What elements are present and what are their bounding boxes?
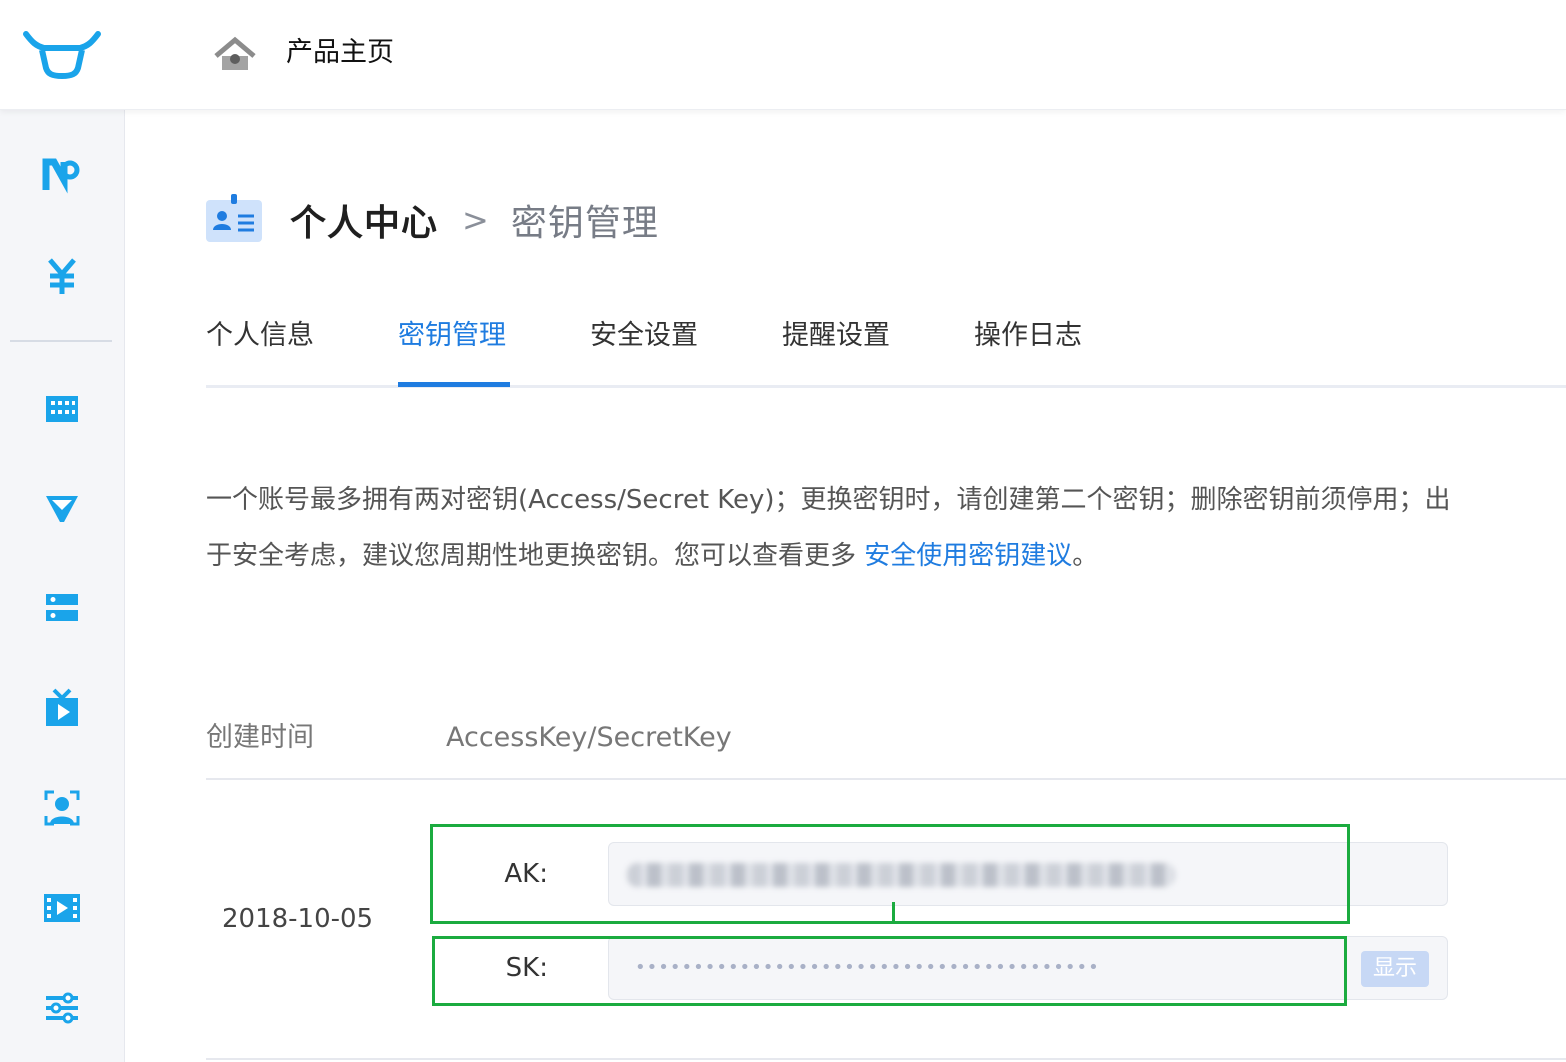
tab-personal-info[interactable]: 个人信息 (206, 312, 314, 385)
table-bottom-divider (206, 1058, 1566, 1060)
active-tab-indicator (398, 382, 510, 387)
tv-icon[interactable] (40, 686, 84, 730)
sk-highlight-box (432, 936, 1347, 1006)
highlight-connector (892, 902, 895, 922)
breadcrumb-root[interactable]: 个人中心 (290, 194, 438, 246)
tab-operation-log[interactable]: 操作日志 (974, 312, 1082, 385)
home-icon[interactable] (212, 34, 258, 72)
sliders-icon[interactable] (40, 986, 84, 1030)
grid-icon[interactable] (40, 386, 84, 430)
breadcrumb-current: 密钥管理 (510, 203, 659, 244)
funnel-icon[interactable] (40, 486, 84, 530)
bull-logo-icon[interactable] (22, 28, 102, 80)
tab-security-settings[interactable]: 安全设置 (590, 312, 698, 385)
top-bar: 产品主页 (0, 0, 1566, 110)
video-icon[interactable] (40, 886, 84, 930)
face-scan-icon[interactable] (40, 786, 84, 830)
notice-text: 一个账号最多拥有两对密钥(Access/Secret Key)；更换密钥时，请创… (206, 485, 1451, 571)
breadcrumb: 个人中心 > 密钥管理 (290, 196, 659, 244)
id-card-icon (206, 194, 262, 242)
breadcrumb-separator-icon: > (462, 201, 489, 239)
security-advice-link[interactable]: 安全使用密钥建议 (864, 541, 1072, 571)
tab-reminder-settings[interactable]: 提醒设置 (782, 312, 890, 385)
created-date: 2018-10-05 (222, 904, 374, 934)
column-header-created: 创建时间 (206, 722, 314, 753)
key-notice: 一个账号最多拥有两对密钥(Access/Secret Key)；更换密钥时，请创… (206, 472, 1466, 584)
ak-highlight-box (430, 824, 1350, 924)
tab-key-management[interactable]: 密钥管理 (398, 312, 506, 385)
table-header-divider (206, 778, 1566, 780)
sidebar (0, 110, 125, 1062)
tab-bar: 个人信息 密钥管理 安全设置 提醒设置 操作日志 (206, 312, 1566, 388)
n-product-icon[interactable] (40, 154, 84, 198)
sidebar-divider (10, 340, 112, 342)
column-header-keys: AccessKey/SecretKey (446, 722, 732, 753)
show-sk-button[interactable]: 显示 (1361, 951, 1429, 987)
database-icon[interactable] (40, 586, 84, 630)
notice-suffix: 。 (1072, 541, 1099, 571)
yuan-icon[interactable] (40, 254, 84, 298)
page-header-title: 产品主页 (286, 37, 394, 68)
